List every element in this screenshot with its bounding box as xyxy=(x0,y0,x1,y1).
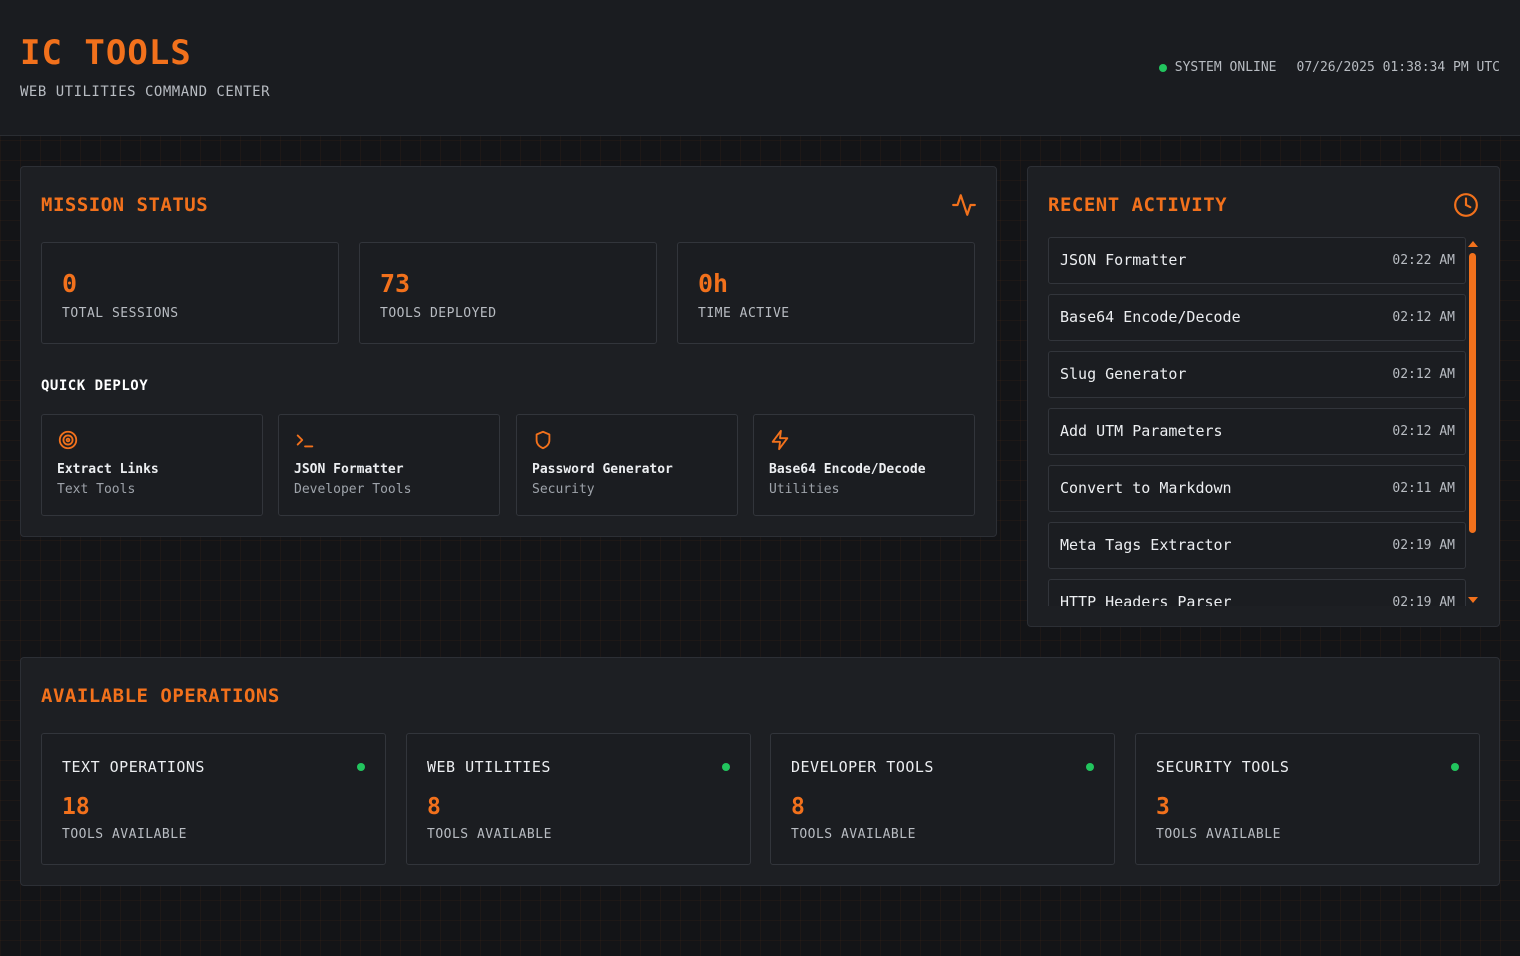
activity-name: JSON Formatter xyxy=(1060,251,1187,269)
category-name: WEB UTILITIES xyxy=(427,758,551,776)
quick-deploy-category: Security xyxy=(532,482,595,497)
category-label: TOOLS AVAILABLE xyxy=(791,827,916,842)
available-operations-panel: AVAILABLE OPERATIONS TEXT OPERATIONS 18 … xyxy=(20,657,1500,886)
status-online-indicator xyxy=(1158,63,1167,72)
quick-deploy-name: Password Generator xyxy=(532,462,673,477)
category-count: 8 xyxy=(791,794,805,820)
category-status-indicator xyxy=(357,763,365,771)
quick-deploy-category: Developer Tools xyxy=(294,482,412,497)
category-label: TOOLS AVAILABLE xyxy=(1156,827,1281,842)
clock-icon xyxy=(1454,193,1478,217)
system-status: SYSTEM ONLINE 07/26/2025 01:38:34 PM UTC xyxy=(1158,60,1501,75)
activity-pulse-icon xyxy=(952,194,976,216)
activity-name: Meta Tags Extractor xyxy=(1060,536,1232,554)
scroll-thumb[interactable] xyxy=(1469,253,1476,533)
header: IC TOOLS WEB UTILITIES COMMAND CENTER SY… xyxy=(0,0,1520,136)
stat-value: 0h xyxy=(698,269,729,298)
shield-icon xyxy=(535,430,551,450)
activity-time: 02:19 AM xyxy=(1392,595,1455,606)
activity-item[interactable]: Add UTM Parameters 02:12 AM xyxy=(1048,408,1466,455)
activity-name: Base64 Encode/Decode xyxy=(1060,308,1241,326)
category-status-indicator xyxy=(722,763,730,771)
activity-name: HTTP Headers Parser xyxy=(1060,593,1232,606)
activity-time: 02:12 AM xyxy=(1392,367,1455,382)
recent-activity-panel: RECENT ACTIVITY JSON Formatter 02:22 AM … xyxy=(1027,166,1500,627)
stat-total-sessions: 0 TOTAL SESSIONS xyxy=(41,242,339,344)
category-count: 18 xyxy=(62,794,90,820)
activity-name: Convert to Markdown xyxy=(1060,479,1232,497)
activity-item[interactable]: Convert to Markdown 02:11 AM xyxy=(1048,465,1466,512)
activity-scrollbar[interactable] xyxy=(1466,239,1480,607)
quick-deploy-password-generator[interactable]: Password Generator Security xyxy=(516,414,738,516)
category-status-indicator xyxy=(1086,763,1094,771)
activity-time: 02:22 AM xyxy=(1392,253,1455,268)
scroll-up-arrow-icon[interactable] xyxy=(1468,241,1478,247)
category-count: 8 xyxy=(427,794,441,820)
quick-deploy-name: Base64 Encode/Decode xyxy=(769,462,926,477)
category-web-utilities[interactable]: WEB UTILITIES 8 TOOLS AVAILABLE xyxy=(406,733,751,865)
activity-item[interactable]: HTTP Headers Parser 02:19 AM xyxy=(1048,579,1466,606)
category-label: TOOLS AVAILABLE xyxy=(427,827,552,842)
status-text: SYSTEM ONLINE xyxy=(1174,60,1277,75)
category-developer-tools[interactable]: DEVELOPER TOOLS 8 TOOLS AVAILABLE xyxy=(770,733,1115,865)
activity-item[interactable]: Meta Tags Extractor 02:19 AM xyxy=(1048,522,1466,569)
category-text-operations[interactable]: TEXT OPERATIONS 18 TOOLS AVAILABLE xyxy=(41,733,386,865)
stat-label: TIME ACTIVE xyxy=(698,306,790,321)
category-count: 3 xyxy=(1156,794,1170,820)
activity-name: Slug Generator xyxy=(1060,365,1187,383)
activity-time: 02:12 AM xyxy=(1392,310,1455,325)
stat-time-active: 0h TIME ACTIVE xyxy=(677,242,975,344)
stat-label: TOTAL SESSIONS xyxy=(62,306,179,321)
category-name: DEVELOPER TOOLS xyxy=(791,758,934,776)
activity-item[interactable]: JSON Formatter 02:22 AM xyxy=(1048,237,1466,284)
activity-item[interactable]: Slug Generator 02:12 AM xyxy=(1048,351,1466,398)
quick-deploy-title: QUICK DEPLOY xyxy=(41,378,149,394)
available-operations-title: AVAILABLE OPERATIONS xyxy=(41,685,280,707)
stat-label: TOOLS DEPLOYED xyxy=(380,306,497,321)
recent-activity-title: RECENT ACTIVITY xyxy=(1048,194,1228,216)
quick-deploy-category: Utilities xyxy=(769,482,840,497)
mission-status-panel: MISSION STATUS 0 TOTAL SESSIONS 73 TOOLS… xyxy=(20,166,997,537)
stat-tools-deployed: 73 TOOLS DEPLOYED xyxy=(359,242,657,344)
quick-deploy-extract-links[interactable]: Extract Links Text Tools xyxy=(41,414,263,516)
quick-deploy-json-formatter[interactable]: JSON Formatter Developer Tools xyxy=(278,414,500,516)
activity-item[interactable]: Base64 Encode/Decode 02:12 AM xyxy=(1048,294,1466,341)
activity-list[interactable]: JSON Formatter 02:22 AM Base64 Encode/De… xyxy=(1048,237,1468,606)
quick-deploy-name: JSON Formatter xyxy=(294,462,404,477)
activity-time: 02:12 AM xyxy=(1392,424,1455,439)
app-subtitle: WEB UTILITIES COMMAND CENTER xyxy=(20,84,271,100)
activity-time: 02:19 AM xyxy=(1392,538,1455,553)
category-security-tools[interactable]: SECURITY TOOLS 3 TOOLS AVAILABLE xyxy=(1135,733,1480,865)
lightning-icon xyxy=(771,429,789,451)
quick-deploy-base64[interactable]: Base64 Encode/Decode Utilities xyxy=(753,414,975,516)
quick-deploy-name: Extract Links xyxy=(57,462,159,477)
category-status-indicator xyxy=(1451,763,1459,771)
activity-time: 02:11 AM xyxy=(1392,481,1455,496)
category-name: TEXT OPERATIONS xyxy=(62,758,205,776)
scroll-down-arrow-icon[interactable] xyxy=(1468,597,1478,603)
terminal-icon xyxy=(296,434,314,448)
category-name: SECURITY TOOLS xyxy=(1156,758,1290,776)
quick-deploy-category: Text Tools xyxy=(57,482,136,497)
mission-status-title: MISSION STATUS xyxy=(41,194,209,216)
stat-value: 0 xyxy=(62,269,78,298)
activity-name: Add UTM Parameters xyxy=(1060,422,1223,440)
category-label: TOOLS AVAILABLE xyxy=(62,827,187,842)
stat-value: 73 xyxy=(380,269,411,298)
datetime-display: 07/26/2025 01:38:34 PM UTC xyxy=(1296,60,1501,75)
app-title: IC TOOLS xyxy=(20,33,192,73)
target-icon xyxy=(58,430,78,450)
